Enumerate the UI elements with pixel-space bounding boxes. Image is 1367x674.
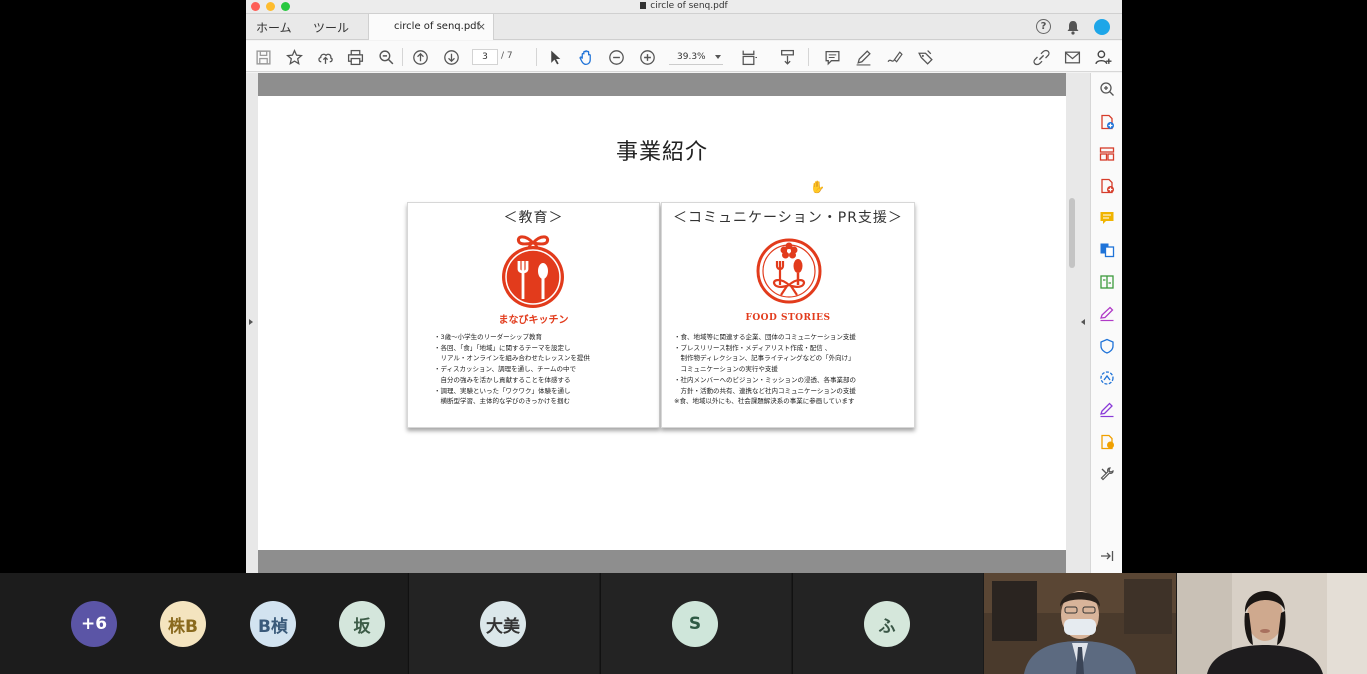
title-bar: circle of senq.pdf xyxy=(246,0,1122,14)
toolbar: 3 / 7 39.3% xyxy=(246,41,1122,72)
collapse-left-panel-icon[interactable] xyxy=(249,319,253,325)
page-separator xyxy=(258,550,1066,573)
bell-icon[interactable] xyxy=(1064,18,1082,36)
organize-pages-icon[interactable] xyxy=(1098,145,1116,163)
food-stories-logo xyxy=(756,238,822,304)
export-pdf-icon[interactable] xyxy=(1098,177,1116,195)
window-title: circle of senq.pdf xyxy=(246,1,1122,11)
communication-card: ＜コミュニケーション・PR支援＞ FOOD STORIES ・食、地域等に関連す… xyxy=(661,202,915,428)
zoom-in-icon[interactable] xyxy=(637,47,657,67)
comment-icon[interactable] xyxy=(822,47,842,67)
create-pdf-icon[interactable] xyxy=(1098,113,1116,131)
combine-files-icon[interactable] xyxy=(1098,241,1116,259)
scroll-mode-icon[interactable] xyxy=(777,47,797,67)
document-viewport[interactable]: 事業紹介 ✋ ＜教育＞ まなびキッチン ・3歳〜小学生のリーダーシップ教育 ・各… xyxy=(246,73,1090,573)
vertical-scrollbar[interactable] xyxy=(1069,198,1075,268)
print-icon[interactable] xyxy=(345,47,365,67)
tab-tools[interactable]: ツール xyxy=(313,19,349,36)
tab-home[interactable]: ホーム xyxy=(256,19,292,36)
send-for-review-icon[interactable] xyxy=(1098,433,1116,451)
card-heading: ＜コミュニケーション・PR支援＞ xyxy=(673,210,903,226)
participant-avatar[interactable]: 株B xyxy=(160,601,206,647)
tag-edit-icon[interactable] xyxy=(915,47,935,67)
compare-files-icon[interactable] xyxy=(1098,273,1116,291)
participant-initials: B楨 xyxy=(258,616,288,637)
hand-cursor-icon: ✋ xyxy=(810,180,825,194)
hand-tool-icon[interactable] xyxy=(576,47,596,67)
card-description: ・食、地域等に関連する企業、団体のコミュニケーション支援 ・プレスリリース制作・… xyxy=(674,333,856,406)
page-total: / 7 xyxy=(501,51,513,61)
profile-avatar[interactable] xyxy=(1094,19,1110,35)
close-tab-icon[interactable]: × xyxy=(477,20,486,33)
window-title-text: circle of senq.pdf xyxy=(650,1,728,11)
logo-name: まなびキッチン xyxy=(498,315,569,326)
screen: circle of senq.pdf ホーム ツール circle of sen… xyxy=(0,0,1367,674)
pdf-page: 事業紹介 ✋ ＜教育＞ まなびキッチン ・3歳〜小学生のリーダーシップ教育 ・各… xyxy=(258,96,1066,550)
document-icon xyxy=(640,2,647,9)
highlight-pen-icon[interactable] xyxy=(853,47,873,67)
card-description: ・3歳〜小学生のリーダーシップ教育 ・各回、「食」「地域」に関するテーマを設定し… xyxy=(434,333,590,406)
chevron-down-icon[interactable] xyxy=(715,55,721,59)
collapse-panel-icon[interactable] xyxy=(1098,547,1116,565)
next-page-icon[interactable] xyxy=(441,47,461,67)
participant-video-man[interactable] xyxy=(984,573,1176,674)
card-heading: ＜教育＞ xyxy=(503,210,564,226)
toolbar-divider xyxy=(402,48,403,66)
add-user-icon[interactable] xyxy=(1093,47,1113,67)
participant-avatar[interactable]: ふ xyxy=(864,601,910,647)
zoom-out-icon[interactable] xyxy=(606,47,626,67)
participant-initials: S xyxy=(688,614,702,634)
participant-initials: ふ xyxy=(878,616,896,637)
previous-page-icon[interactable] xyxy=(410,47,430,67)
participant-initials: 大美 xyxy=(486,616,520,637)
page-layout-icon[interactable] xyxy=(738,47,758,67)
collapse-right-panel-icon[interactable] xyxy=(1081,319,1085,325)
participant-avatar[interactable]: 大美 xyxy=(480,601,526,647)
tab-document[interactable]: circle of senq.pdf × xyxy=(368,14,494,40)
logo-name: FOOD STORIES xyxy=(745,313,831,323)
link-icon[interactable] xyxy=(1031,47,1051,67)
participant-avatar[interactable]: B楨 xyxy=(250,601,296,647)
protect-shield-icon[interactable] xyxy=(1098,337,1116,355)
education-card: ＜教育＞ まなびキッチン ・3歳〜小学生のリーダーシップ教育 ・各回、「食」「地… xyxy=(407,202,660,428)
tab-document-label: circle of senq.pdf xyxy=(394,21,481,32)
cloud-upload-icon[interactable] xyxy=(315,47,335,67)
star-icon[interactable] xyxy=(284,47,304,67)
comment-tool-icon[interactable] xyxy=(1098,209,1116,227)
draw-icon[interactable] xyxy=(884,47,904,67)
page-separator xyxy=(258,73,1066,96)
mail-icon[interactable] xyxy=(1062,47,1082,67)
tools-rail xyxy=(1090,73,1122,573)
participant-video-woman[interactable] xyxy=(1177,573,1367,674)
help-icon[interactable]: ? xyxy=(1036,19,1051,34)
more-tools-icon[interactable] xyxy=(1098,465,1116,483)
optimize-pdf-icon[interactable] xyxy=(1098,369,1116,387)
participant-initials: 株B xyxy=(168,616,198,637)
slide-title: 事業紹介 xyxy=(615,140,708,165)
fill-sign-icon[interactable] xyxy=(1098,305,1116,323)
pdf-viewer-window: circle of senq.pdf ホーム ツール circle of sen… xyxy=(246,0,1122,573)
participant-avatar[interactable]: S xyxy=(672,601,718,647)
toolbar-divider xyxy=(536,48,537,66)
select-arrow-icon[interactable] xyxy=(545,47,565,67)
search-zoom-icon[interactable] xyxy=(1098,80,1116,98)
zoom-out-magnifier-icon[interactable] xyxy=(376,47,396,67)
save-icon[interactable] xyxy=(253,47,273,67)
participant-avatar[interactable]: 坂 xyxy=(339,601,385,647)
more-participants-badge[interactable]: +6 xyxy=(71,601,117,647)
request-signature-icon[interactable] xyxy=(1098,401,1116,419)
participant-initials: 坂 xyxy=(353,616,371,637)
manabi-kitchen-logo xyxy=(502,235,564,308)
tab-bar: ホーム ツール circle of senq.pdf × ? xyxy=(246,14,1122,40)
participants-strip: +6 株B B楨 坂 大美 S ふ xyxy=(0,573,1367,674)
participant-initials: +6 xyxy=(80,614,108,634)
toolbar-divider xyxy=(808,48,809,66)
page-number-input[interactable]: 3 xyxy=(472,49,498,65)
